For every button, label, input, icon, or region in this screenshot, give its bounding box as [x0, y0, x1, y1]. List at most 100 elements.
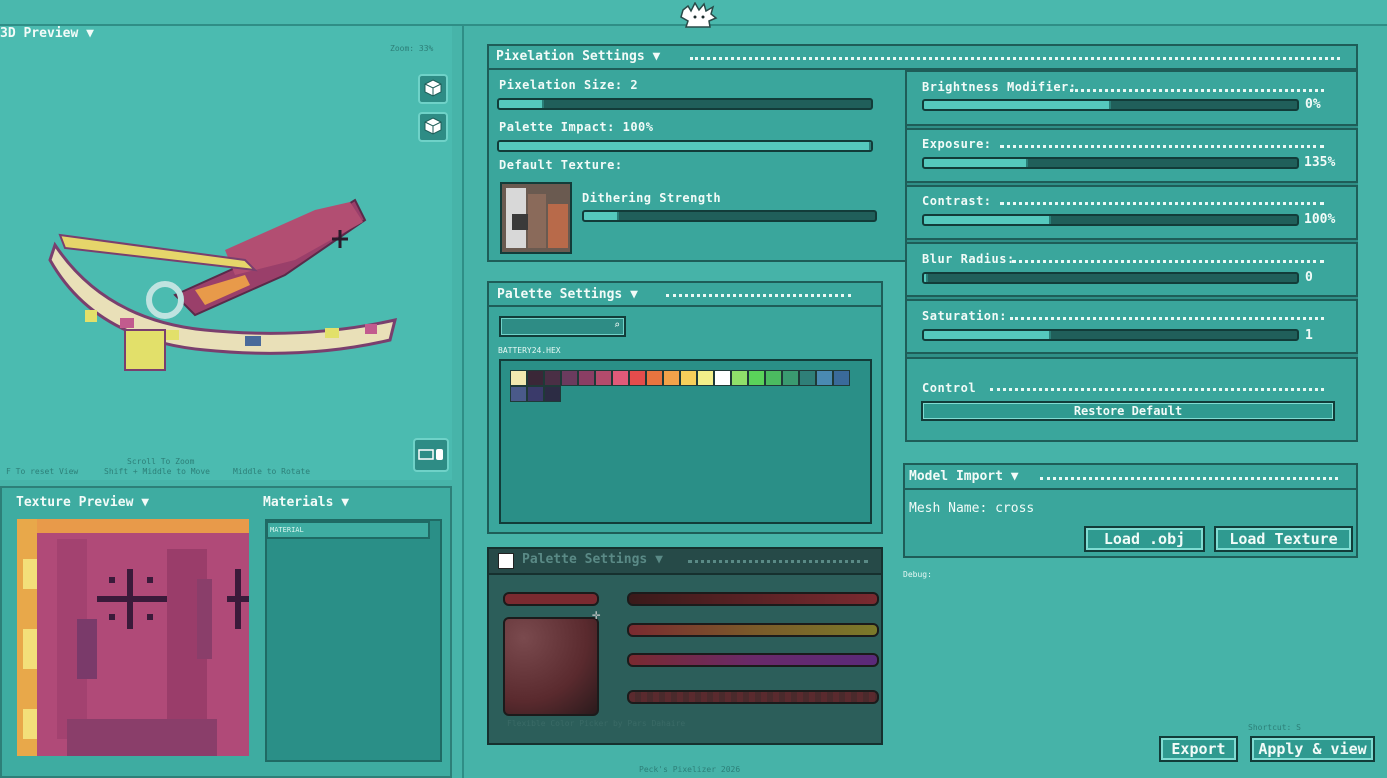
brightness-slider[interactable] [922, 99, 1299, 111]
pixelation-title[interactable]: Pixelation Settings ▼ [496, 49, 660, 64]
palette-swatch[interactable] [782, 370, 799, 386]
palette-swatch[interactable] [612, 370, 629, 386]
header-divider [666, 294, 851, 297]
3d-model-crossbow [45, 190, 405, 380]
pixelation-size-slider[interactable] [497, 98, 873, 110]
swatch-container [510, 370, 860, 402]
saturation-value: 1 [1305, 328, 1313, 343]
header-divider [1040, 477, 1338, 480]
material-item[interactable]: MATERIAL [266, 521, 430, 539]
blur-slider[interactable] [922, 272, 1299, 284]
chevron-down-icon: ▼ [655, 552, 663, 567]
export-button[interactable]: Export [1159, 736, 1238, 762]
brightness-value: 0% [1305, 97, 1321, 112]
palette-swatch[interactable] [697, 370, 714, 386]
alpha-slider[interactable] [627, 690, 879, 704]
palette-swatch[interactable] [527, 386, 544, 402]
cube-alt-view-button[interactable] [418, 112, 448, 142]
palette-swatch[interactable] [731, 370, 748, 386]
3d-preview-title[interactable]: 3D Preview ▼ [0, 26, 94, 41]
palette-search-input[interactable]: ⌕ [499, 316, 626, 337]
divider [990, 388, 1324, 391]
slider-fill [924, 101, 1111, 109]
chevron-down-icon: ▼ [630, 287, 638, 302]
cube-icon [423, 116, 443, 139]
palette-swatch[interactable] [748, 370, 765, 386]
saturation-label: Saturation: [922, 309, 1007, 323]
palette-swatch[interactable] [816, 370, 833, 386]
magenta-slider[interactable] [627, 653, 879, 667]
cube-view-button[interactable] [418, 74, 448, 104]
divider [1000, 145, 1324, 148]
camera-icon [417, 446, 445, 465]
contrast-label: Contrast: [922, 194, 992, 208]
color-picker-credit: Flexible Color Picker by Pars Dahaire [507, 719, 686, 728]
palette-title[interactable]: Palette Settings ▼ [497, 287, 638, 302]
brightness-label: Brightness Modifier: [922, 80, 1077, 94]
exposure-slider[interactable] [922, 157, 1299, 169]
texture-preview-title[interactable]: Texture Preview ▼ [16, 495, 149, 510]
palette-swatch[interactable] [510, 370, 527, 386]
cat-logo-icon [680, 1, 718, 28]
palette-impact-slider[interactable] [497, 140, 873, 152]
apply-view-button[interactable]: Apply & view [1250, 736, 1375, 762]
camera-toggle-button[interactable] [413, 438, 449, 472]
slider-fill [924, 274, 928, 282]
blur-label: Blur Radius: [922, 252, 1015, 266]
exposure-label: Exposure: [922, 137, 992, 151]
contrast-slider[interactable] [922, 214, 1299, 226]
dithering-slider[interactable] [582, 210, 877, 222]
palette-swatch[interactable] [714, 370, 731, 386]
enable-checkbox[interactable] [498, 553, 514, 569]
palette-swatch[interactable] [561, 370, 578, 386]
divider [1012, 260, 1324, 263]
materials-title[interactable]: Materials ▼ [263, 495, 349, 510]
load-obj-button[interactable]: Load .obj [1084, 526, 1205, 552]
palette-swatch[interactable] [544, 370, 561, 386]
slider-fill [584, 212, 619, 220]
load-texture-button[interactable]: Load Texture [1214, 526, 1353, 552]
blur-value: 0 [1305, 270, 1313, 285]
model-import-title[interactable]: Model Import ▼ [909, 469, 1019, 484]
exposure-value: 135% [1304, 155, 1336, 170]
restore-default-button[interactable]: Restore Default [921, 401, 1335, 421]
default-texture-thumbnail[interactable] [500, 182, 572, 254]
palette-swatch[interactable] [578, 370, 595, 386]
chevron-down-icon: ▼ [341, 495, 350, 510]
palette-swatch[interactable] [680, 370, 697, 386]
palette-swatch[interactable] [663, 370, 680, 386]
contrast-value: 100% [1304, 212, 1336, 227]
pixelation-size-label: Pixelation Size: 2 [499, 78, 639, 92]
header-divider [690, 57, 1340, 60]
palette-swatch[interactable] [629, 370, 646, 386]
red-channel-slider[interactable] [627, 592, 879, 606]
palette-swatch[interactable] [833, 370, 850, 386]
materials-list[interactable] [265, 519, 442, 762]
scroll-zoom-hint: Scroll To Zoom [127, 457, 195, 466]
hue-slider[interactable] [627, 623, 879, 637]
color-picker-title[interactable]: Palette Settings ▼ [522, 552, 663, 567]
palette-swatch[interactable] [510, 386, 527, 402]
chevron-down-icon: ▼ [1010, 469, 1019, 484]
palette-swatch[interactable] [527, 370, 544, 386]
palette-swatch[interactable] [646, 370, 663, 386]
divider [1000, 202, 1324, 205]
palette-impact-label: Palette Impact: 100% [499, 120, 654, 134]
chevron-down-icon: ▼ [86, 26, 94, 41]
palette-file-name: BATTERY24.HEX [498, 346, 561, 355]
rotate-hint: Middle to Rotate [233, 467, 311, 476]
slider-fill [499, 142, 871, 150]
palette-swatch-grid[interactable] [499, 359, 872, 524]
palette-swatch[interactable] [544, 386, 561, 402]
color-area[interactable] [503, 617, 599, 716]
control-label: Control [922, 381, 977, 395]
palette-swatch[interactable] [595, 370, 612, 386]
palette-swatch[interactable] [799, 370, 816, 386]
control-panel [905, 357, 1358, 442]
palette-swatch[interactable] [765, 370, 782, 386]
blur-panel [905, 242, 1358, 297]
current-color-swatch[interactable] [503, 592, 599, 606]
saturation-slider[interactable] [922, 329, 1299, 341]
search-icon: ⌕ [613, 320, 620, 331]
reset-view-hint: F To reset View [6, 467, 79, 476]
